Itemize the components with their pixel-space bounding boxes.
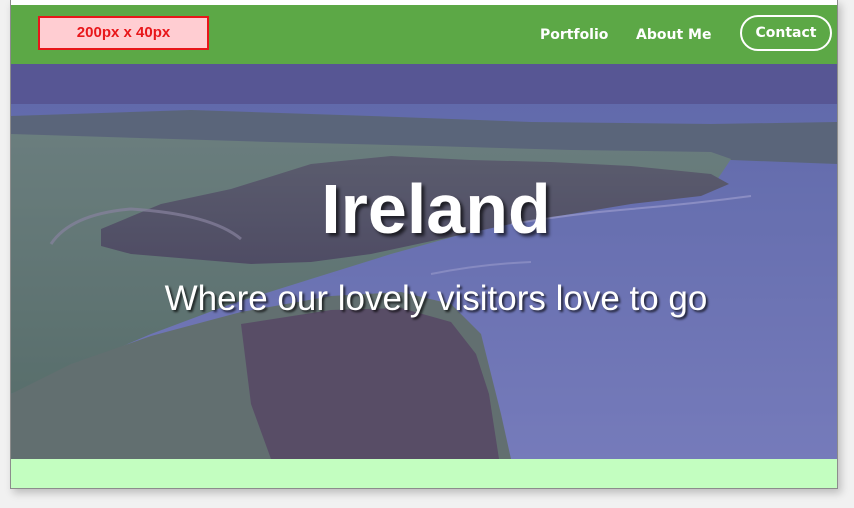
hero-subtitle: Where our lovely visitors love to go — [164, 279, 708, 318]
browser-viewport: 200px x 40px Portfolio About Me Contact — [10, 0, 838, 489]
footer-strip — [11, 459, 837, 488]
hero-title: Ireland — [321, 170, 551, 248]
nav-link-portfolio[interactable]: Portfolio — [540, 26, 608, 44]
hero-section: Ireland Where our lovely visitors love t… — [11, 64, 837, 459]
hero-background-image — [11, 64, 837, 459]
navbar: 200px x 40px Portfolio About Me Contact — [11, 5, 837, 64]
logo-placeholder[interactable]: 200px x 40px — [38, 16, 209, 50]
contact-button[interactable]: Contact — [740, 15, 832, 51]
nav-link-about-me[interactable]: About Me — [636, 26, 711, 44]
